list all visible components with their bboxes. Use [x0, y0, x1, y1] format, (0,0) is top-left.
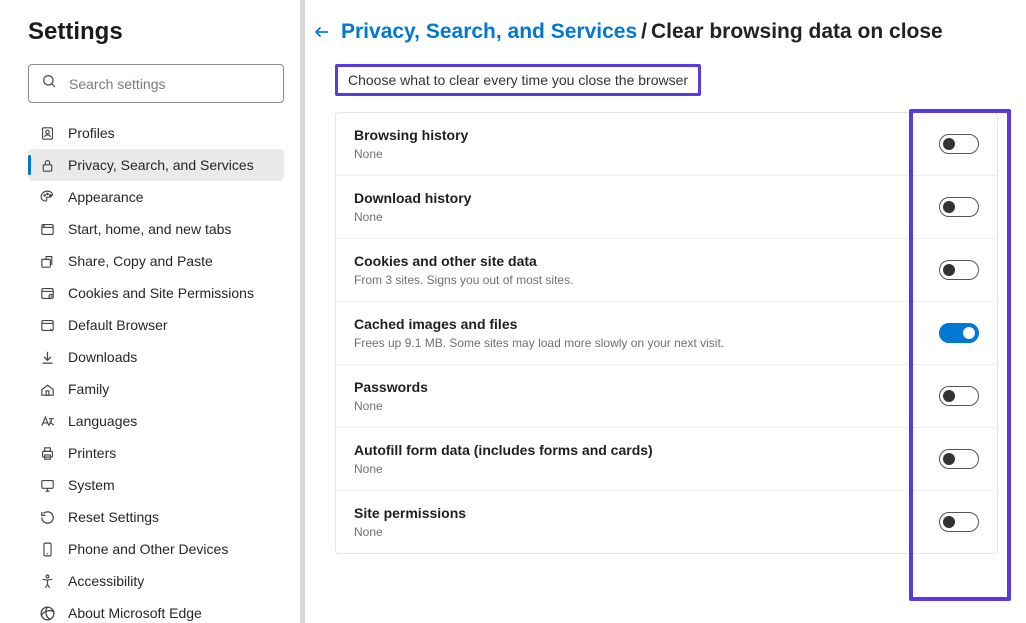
setting-row: Cookies and other site data From 3 sites.…	[336, 239, 997, 302]
sidebar-item-share[interactable]: Share, Copy and Paste	[28, 245, 284, 277]
setting-toggle[interactable]	[939, 512, 979, 532]
sidebar-item-label: Accessibility	[68, 573, 144, 589]
setting-title: Cookies and other site data	[354, 253, 939, 269]
sidebar-item-family[interactable]: Family	[28, 373, 284, 405]
breadcrumb-current: Clear browsing data on close	[651, 20, 943, 44]
sidebar-item-label: Languages	[68, 413, 137, 429]
sidebar-item-label: Appearance	[68, 189, 144, 205]
accessibility-icon	[38, 572, 56, 590]
setting-toggle[interactable]	[939, 449, 979, 469]
setting-text: Cookies and other site data From 3 sites.…	[354, 253, 939, 287]
sidebar-item-label: Cookies and Site Permissions	[68, 285, 254, 301]
sidebar-item-label: Privacy, Search, and Services	[68, 157, 254, 173]
sidebar-title: Settings	[28, 18, 284, 46]
setting-title: Site permissions	[354, 505, 939, 521]
setting-toggle[interactable]	[939, 323, 979, 343]
sidebar-item-phone[interactable]: Phone and Other Devices	[28, 533, 284, 565]
sidebar-item-system[interactable]: System	[28, 469, 284, 501]
main-content: Privacy, Search, and Services / Clear br…	[305, 0, 1026, 623]
family-icon	[38, 380, 56, 398]
system-icon	[38, 476, 56, 494]
breadcrumb-separator: /	[641, 20, 647, 44]
sidebar-item-label: Downloads	[68, 349, 137, 365]
search-box[interactable]	[28, 64, 284, 103]
setting-text: Site permissions None	[354, 505, 939, 539]
sidebar-item-browser[interactable]: Default Browser	[28, 309, 284, 341]
setting-description: None	[354, 147, 939, 161]
setting-title: Passwords	[354, 379, 939, 395]
setting-text: Passwords None	[354, 379, 939, 413]
setting-text: Download history None	[354, 190, 939, 224]
appearance-icon	[38, 188, 56, 206]
sidebar-item-printers[interactable]: Printers	[28, 437, 284, 469]
sidebar-item-label: Phone and Other Devices	[68, 541, 228, 557]
sidebar-item-accessibility[interactable]: Accessibility	[28, 565, 284, 597]
settings-panel: Browsing history None Download history None…	[335, 112, 998, 554]
setting-row: Browsing history None	[336, 113, 997, 176]
sidebar-item-label: Reset Settings	[68, 509, 159, 525]
page-subtitle: Choose what to clear every time you clos…	[335, 64, 701, 96]
setting-toggle[interactable]	[939, 260, 979, 280]
lock-icon	[38, 156, 56, 174]
page-header: Privacy, Search, and Services / Clear br…	[305, 20, 998, 44]
sidebar-item-label: System	[68, 477, 115, 493]
setting-text: Autofill form data (includes forms and c…	[354, 442, 939, 476]
sidebar-nav: Profiles Privacy, Search, and Services App…	[28, 117, 284, 623]
setting-description: None	[354, 462, 939, 476]
setting-description: None	[354, 525, 939, 539]
back-arrow-icon[interactable]	[313, 23, 331, 41]
setting-text: Browsing history None	[354, 127, 939, 161]
reset-icon	[38, 508, 56, 526]
sidebar-item-lock[interactable]: Privacy, Search, and Services	[28, 149, 284, 181]
downloads-icon	[38, 348, 56, 366]
search-input[interactable]	[69, 76, 271, 92]
setting-toggle[interactable]	[939, 197, 979, 217]
sidebar-item-reset[interactable]: Reset Settings	[28, 501, 284, 533]
about-icon	[38, 604, 56, 622]
setting-toggle[interactable]	[939, 386, 979, 406]
setting-title: Autofill form data (includes forms and c…	[354, 442, 939, 458]
setting-title: Browsing history	[354, 127, 939, 143]
setting-row: Site permissions None	[336, 491, 997, 553]
sidebar-item-home[interactable]: Start, home, and new tabs	[28, 213, 284, 245]
sidebar-item-label: About Microsoft Edge	[68, 605, 202, 621]
search-icon	[41, 73, 69, 94]
languages-icon	[38, 412, 56, 430]
browser-icon	[38, 316, 56, 334]
setting-description: Frees up 9.1 MB. Some sites may load mor…	[354, 336, 939, 350]
printers-icon	[38, 444, 56, 462]
sidebar-item-profiles[interactable]: Profiles	[28, 117, 284, 149]
settings-sidebar: Settings Profiles Privacy, Search, and Se…	[0, 0, 305, 623]
sidebar-item-downloads[interactable]: Downloads	[28, 341, 284, 373]
setting-toggle[interactable]	[939, 134, 979, 154]
phone-icon	[38, 540, 56, 558]
sidebar-item-label: Start, home, and new tabs	[68, 221, 231, 237]
setting-text: Cached images and files Frees up 9.1 MB. …	[354, 316, 939, 350]
sidebar-item-about[interactable]: About Microsoft Edge	[28, 597, 284, 623]
setting-row: Download history None	[336, 176, 997, 239]
sidebar-item-cookies[interactable]: Cookies and Site Permissions	[28, 277, 284, 309]
sidebar-item-label: Printers	[68, 445, 116, 461]
profiles-icon	[38, 124, 56, 142]
setting-row: Autofill form data (includes forms and c…	[336, 428, 997, 491]
sidebar-item-label: Default Browser	[68, 317, 168, 333]
home-icon	[38, 220, 56, 238]
setting-row: Passwords None	[336, 365, 997, 428]
sidebar-item-label: Family	[68, 381, 109, 397]
share-icon	[38, 252, 56, 270]
breadcrumb-link[interactable]: Privacy, Search, and Services	[341, 20, 637, 44]
setting-title: Cached images and files	[354, 316, 939, 332]
sidebar-item-label: Profiles	[68, 125, 115, 141]
cookies-icon	[38, 284, 56, 302]
setting-description: None	[354, 399, 939, 413]
setting-row: Cached images and files Frees up 9.1 MB. …	[336, 302, 997, 365]
sidebar-item-appearance[interactable]: Appearance	[28, 181, 284, 213]
setting-description: None	[354, 210, 939, 224]
sidebar-item-label: Share, Copy and Paste	[68, 253, 213, 269]
sidebar-item-languages[interactable]: Languages	[28, 405, 284, 437]
setting-title: Download history	[354, 190, 939, 206]
setting-description: From 3 sites. Signs you out of most site…	[354, 273, 939, 287]
